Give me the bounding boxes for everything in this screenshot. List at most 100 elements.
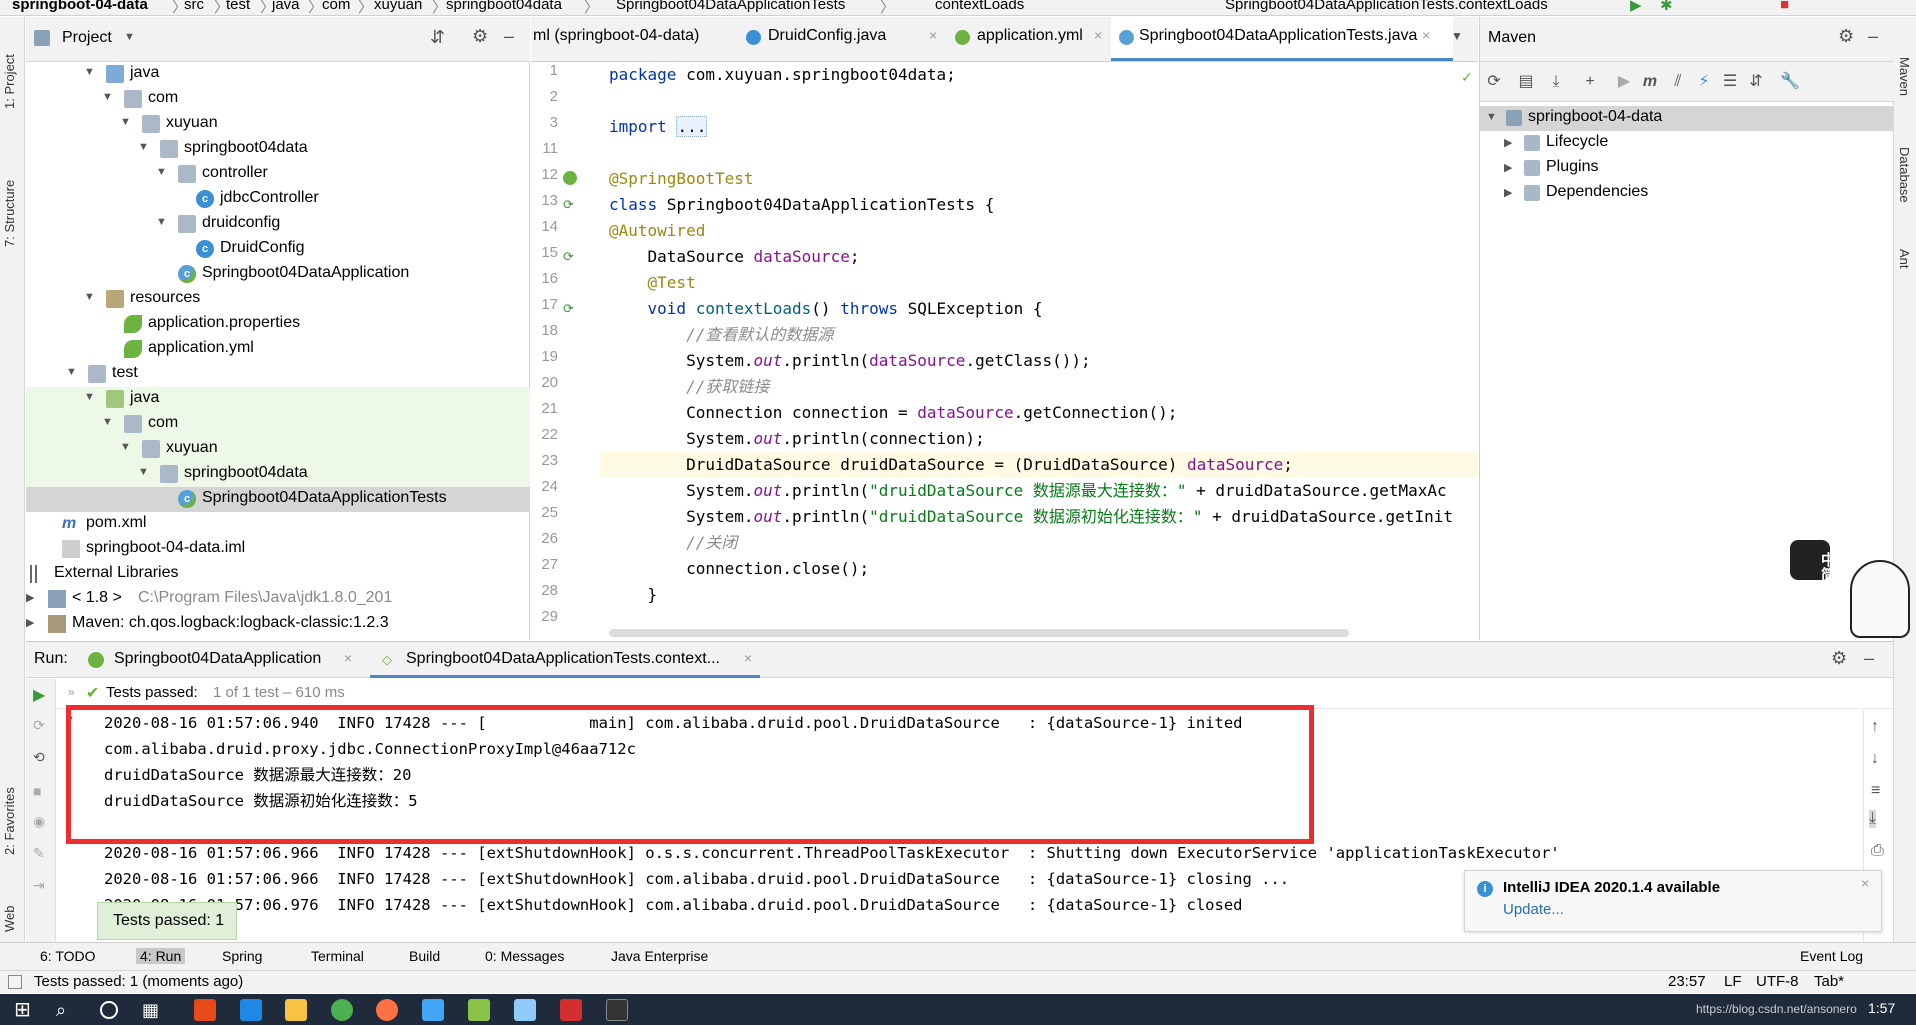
- tree-folder-test-java[interactable]: ▼ java: [26, 387, 530, 412]
- chevron-down-icon[interactable]: ▼: [138, 466, 149, 478]
- line-separator[interactable]: LF: [1724, 973, 1742, 990]
- print-icon[interactable]: ⎙: [1871, 842, 1884, 860]
- breadcrumb-com[interactable]: com: [322, 0, 350, 13]
- tree-folder-java[interactable]: ▼ java: [26, 62, 530, 87]
- edge-icon[interactable]: [240, 999, 262, 1021]
- run-test-icon[interactable]: ⟳: [563, 197, 574, 213]
- windows-start-icon[interactable]: ⊞: [14, 999, 36, 1021]
- maven-m-icon[interactable]: m: [1640, 72, 1660, 92]
- folder-icon[interactable]: ▤: [1516, 72, 1536, 92]
- maven-project-root[interactable]: ▼ springboot-04-data: [1480, 106, 1894, 131]
- code-area[interactable]: package com.xuyuan.springboot04data; imp…: [609, 62, 1478, 640]
- stop-icon[interactable]: ■: [33, 783, 41, 799]
- exit-icon[interactable]: ⇥: [33, 877, 45, 894]
- reload-icon[interactable]: ⟳: [1484, 72, 1504, 92]
- tool-windows-icon[interactable]: [8, 975, 22, 989]
- wrench-icon[interactable]: 🔧: [1780, 72, 1800, 92]
- chevron-down-icon[interactable]: ▼: [102, 91, 113, 103]
- tree-folder-xuyuan[interactable]: ▼ xuyuan: [26, 112, 530, 137]
- inspection-ok-icon[interactable]: ✓: [1461, 69, 1473, 86]
- breadcrumb-xuyuan[interactable]: xuyuan: [374, 0, 422, 13]
- breadcrumb-project[interactable]: springboot-04-data: [12, 0, 148, 13]
- tree-folder-resources[interactable]: ▼ resources: [26, 287, 530, 312]
- chevron-right-icon[interactable]: ▶: [26, 616, 34, 629]
- tab-todo[interactable]: 6: TODO: [40, 948, 96, 964]
- maven-dependencies[interactable]: ▶ Dependencies: [1480, 181, 1894, 206]
- chevron-right-icon[interactable]: ▶: [26, 591, 34, 604]
- chevron-down-icon[interactable]: ▼: [156, 166, 167, 178]
- task-view-icon[interactable]: ▦: [142, 999, 164, 1021]
- tree-folder-controller[interactable]: ▼ controller: [26, 162, 530, 187]
- tree-file-yml[interactable]: application.yml: [26, 337, 530, 362]
- chevron-down-icon[interactable]: ▼: [120, 116, 131, 128]
- ie-icon[interactable]: [422, 999, 444, 1021]
- update-link[interactable]: Update...: [1503, 901, 1564, 918]
- tab-application-yml[interactable]: application.yml: [977, 27, 1083, 45]
- run-tab-application[interactable]: Springboot04DataApplication: [114, 650, 321, 668]
- indent-setting[interactable]: Tab*: [1814, 973, 1844, 990]
- tab-java-enterprise[interactable]: Java Enterprise: [611, 948, 708, 964]
- project-title[interactable]: Project: [62, 29, 112, 47]
- tree-file-pom[interactable]: m pom.xml: [26, 512, 530, 537]
- tree-class-application[interactable]: c Springboot04DataApplication: [26, 262, 530, 287]
- rerun-failed-icon[interactable]: ⟳: [33, 717, 45, 734]
- cortana-icon[interactable]: [100, 1001, 118, 1019]
- gear-icon[interactable]: ⚙: [472, 26, 488, 47]
- tree-lib-logback[interactable]: ▶ Maven: ch.qos.logback:logback-classic:1…: [26, 612, 530, 637]
- chevron-down-icon[interactable]: ▼: [66, 366, 77, 378]
- tree-file-iml[interactable]: springboot-04-data.iml: [26, 537, 530, 562]
- breadcrumb-package[interactable]: springboot04data: [446, 0, 562, 13]
- close-icon[interactable]: ×: [744, 650, 752, 666]
- tree-folder-test-com[interactable]: ▼ com: [26, 412, 530, 437]
- notepad-icon[interactable]: [468, 999, 490, 1021]
- tab-tests-active[interactable]: Springboot04DataApplicationTests.java: [1111, 17, 1454, 61]
- run-icon[interactable]: ▶: [1614, 72, 1634, 92]
- horizontal-scrollbar[interactable]: [609, 629, 1349, 637]
- tree-folder-package[interactable]: ▼ springboot04data: [26, 137, 530, 162]
- search-icon[interactable]: ⌕: [56, 999, 78, 1021]
- chevron-down-icon[interactable]: ▼: [102, 416, 113, 428]
- tab-build[interactable]: Build: [409, 948, 440, 964]
- chevron-down-icon[interactable]: ▼: [156, 216, 167, 228]
- collapse-all-icon[interactable]: ⇵: [430, 27, 445, 48]
- tree-folder-test-package[interactable]: ▼ springboot04data: [26, 462, 530, 487]
- tree-folder-test-xuyuan[interactable]: ▼ xuyuan: [26, 437, 530, 462]
- chevron-double-right-icon[interactable]: »: [68, 685, 75, 699]
- tab-spring[interactable]: Spring: [222, 948, 262, 964]
- tab-run[interactable]: 4: Run: [136, 948, 186, 964]
- minimize-icon[interactable]: –: [1868, 26, 1878, 47]
- rerun-icon[interactable]: ▶: [33, 685, 45, 705]
- tool-tab-database[interactable]: Database: [1897, 147, 1912, 203]
- tool-tab-web[interactable]: Web: [2, 892, 17, 933]
- tab-event-log[interactable]: Event Log: [1800, 948, 1863, 964]
- breadcrumb-method[interactable]: contextLoads: [935, 0, 1024, 13]
- navigate-bean-icon[interactable]: ⟳: [563, 249, 574, 265]
- gear-icon[interactable]: ⚙: [1831, 648, 1847, 669]
- maven-plugins[interactable]: ▶ Plugins: [1480, 156, 1894, 181]
- debug-icon[interactable]: ✱: [1660, 0, 1673, 14]
- tool-tab-project[interactable]: 1: Project: [2, 29, 17, 109]
- camera-icon[interactable]: ◉: [33, 813, 45, 830]
- soft-wrap-icon[interactable]: ≡: [1871, 782, 1880, 800]
- run-config-select[interactable]: Springboot04DataApplicationTests.context…: [1225, 0, 1548, 13]
- close-icon[interactable]: ×: [929, 27, 937, 43]
- breadcrumb-class[interactable]: Springboot04DataApplicationTests: [616, 0, 845, 13]
- close-icon[interactable]: ×: [1861, 875, 1869, 891]
- tree-folder-com[interactable]: ▼ com: [26, 87, 530, 112]
- show-dependencies-icon[interactable]: ☰: [1720, 72, 1740, 92]
- close-icon[interactable]: ×: [344, 650, 352, 666]
- breadcrumb-java[interactable]: java: [272, 0, 300, 13]
- pin-icon[interactable]: ✎: [33, 845, 45, 862]
- chevron-right-icon[interactable]: ▶: [1504, 136, 1512, 149]
- firefox-icon[interactable]: [376, 999, 398, 1021]
- breadcrumb-test[interactable]: test: [226, 0, 250, 13]
- tool-tab-structure[interactable]: 7: Structure: [2, 157, 17, 247]
- tree-lib-jdk[interactable]: ▶ < 1.8 > C:\Program Files\Java\jdk1.8.0_2…: [26, 587, 530, 612]
- arrow-down-icon[interactable]: ↓: [1871, 750, 1879, 768]
- close-icon[interactable]: ×: [1094, 27, 1102, 43]
- tree-class-jdbccontroller[interactable]: c jdbcController: [26, 187, 530, 212]
- maven-lifecycle[interactable]: ▶ Lifecycle: [1480, 131, 1894, 156]
- taskbar-clock[interactable]: 1:57: [1868, 1000, 1895, 1016]
- run-icon[interactable]: ▶: [1630, 0, 1642, 14]
- tab-terminal[interactable]: Terminal: [311, 948, 364, 964]
